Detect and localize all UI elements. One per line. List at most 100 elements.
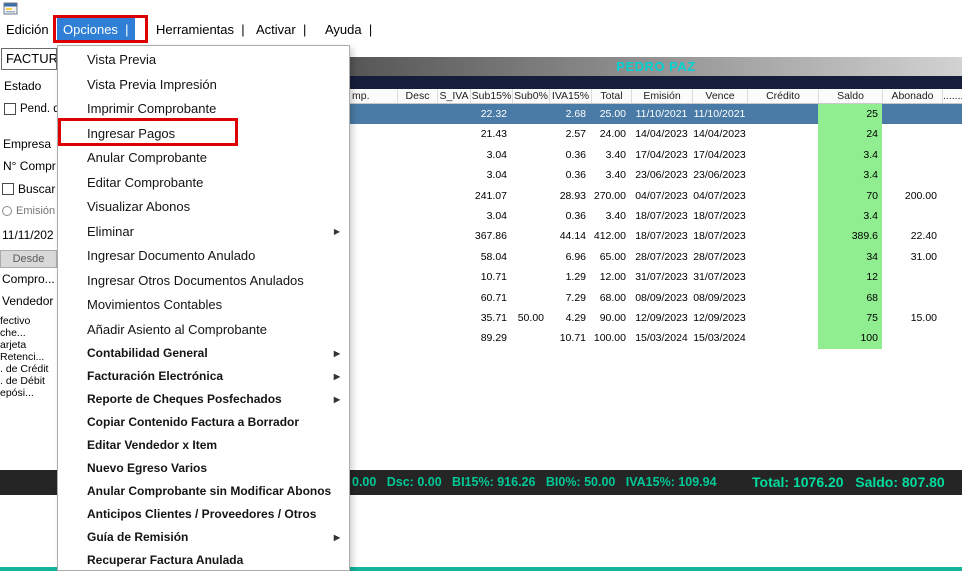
options-menu-item[interactable]: Vista Previa xyxy=(58,48,349,73)
cell-credito xyxy=(747,288,818,308)
table-row[interactable]: 58.04 6.96 65.00 28/07/2023 28/07/2023 3… xyxy=(350,247,962,267)
options-menu-item[interactable]: Anular Comprobante sin Modificar Abonos xyxy=(58,480,349,503)
cell-flag xyxy=(942,247,962,267)
cell-vence: 04/07/2023 xyxy=(692,186,747,206)
options-menu-item[interactable]: Contabilidad General ▶ xyxy=(58,342,349,365)
options-menu-item[interactable]: Movimientos Contables xyxy=(58,293,349,318)
cell-siva xyxy=(437,267,470,287)
pend-checkbox[interactable] xyxy=(4,103,16,115)
menu-opciones[interactable]: Opciones | xyxy=(57,17,135,42)
options-menu-item[interactable]: Anular Comprobante xyxy=(58,146,349,171)
col-header-iva15[interactable]: IVA15% xyxy=(549,89,591,103)
table-row[interactable]: 367.86 44.14 412.00 18/07/2023 18/07/202… xyxy=(350,226,962,246)
table-row[interactable]: 10.71 1.29 12.00 31/07/2023 31/07/2023 1… xyxy=(350,267,962,287)
cell-emision: 31/07/2023 xyxy=(631,267,692,287)
options-menu-item[interactable]: Editar Comprobante xyxy=(58,171,349,196)
cell-iva15: 7.29 xyxy=(549,288,591,308)
menu-edicion[interactable]: Edición | xyxy=(0,17,65,42)
col-header-vence[interactable]: Vence xyxy=(692,89,747,103)
payment-type-item[interactable]: arjeta xyxy=(0,339,26,351)
col-header-comp[interactable]: mp. xyxy=(350,89,397,103)
col-header-abonado[interactable]: Abonado xyxy=(882,89,942,103)
cell-saldo: 3.4 xyxy=(818,165,882,185)
cell-desc xyxy=(397,288,437,308)
payment-type-item[interactable]: che... xyxy=(0,327,26,339)
table-row[interactable]: 3.04 0.36 3.40 17/04/2023 17/04/2023 3.4 xyxy=(350,145,962,165)
cell-flag xyxy=(942,124,962,144)
cell-emision: 08/09/2023 xyxy=(631,288,692,308)
table-row[interactable]: 89.29 10.71 100.00 15/03/2024 15/03/2024… xyxy=(350,328,962,348)
totals-summary: 0.00 Dsc: 0.00 BI15%: 916.26 BI0%: 50.00… xyxy=(352,470,717,495)
payment-type-item[interactable]: fectivo xyxy=(0,315,30,327)
table-row[interactable]: 35.71 50.00 4.29 90.00 12/09/2023 12/09/… xyxy=(350,308,962,328)
cell-flag xyxy=(942,308,962,328)
table-row[interactable]: 241.07 28.93 270.00 04/07/2023 04/07/202… xyxy=(350,186,962,206)
options-menu-item[interactable]: Recuperar Factura Anulada xyxy=(58,549,349,571)
cell-vence: 11/10/2021 xyxy=(692,104,747,124)
cell-sub15: 89.29 xyxy=(470,328,512,348)
menu-ayuda[interactable]: Ayuda | xyxy=(319,17,378,42)
cell-sub15: 22.32 xyxy=(470,104,512,124)
cell-sub0 xyxy=(512,124,549,144)
col-header-sub0[interactable]: Sub0% xyxy=(512,89,549,103)
table-row[interactable]: 21.43 2.57 24.00 14/04/2023 14/04/2023 2… xyxy=(350,124,962,144)
options-menu-item[interactable]: Anticipos Clientes / Proveedores / Otros xyxy=(58,503,349,526)
options-menu-item[interactable]: Imprimir Comprobante xyxy=(58,97,349,122)
cell-flag xyxy=(942,328,962,348)
empresa-label: Empresa xyxy=(3,137,51,151)
chevron-right-icon: ▶ xyxy=(334,365,340,388)
col-header-saldo[interactable]: Saldo xyxy=(818,89,882,103)
cell-abonado xyxy=(882,206,942,226)
payment-type-item[interactable]: . de Crédit xyxy=(0,363,48,375)
filter-panel: FACTUR Estado Pend. de Empresa N° Compr … xyxy=(0,45,57,495)
doc-type-box[interactable]: FACTUR xyxy=(1,48,57,70)
options-menu-item[interactable]: Editar Vendedor x Item xyxy=(58,434,349,457)
col-header-credito[interactable]: Crédito xyxy=(747,89,818,103)
cell-emision: 04/07/2023 xyxy=(631,186,692,206)
options-menu-item[interactable]: Nuevo Egreso Varios xyxy=(58,457,349,480)
menu-activar[interactable]: Activar | xyxy=(250,17,312,42)
options-menu-item[interactable]: Facturación Electrónica ▶ xyxy=(58,365,349,388)
col-header-total[interactable]: Total xyxy=(591,89,631,103)
date-input[interactable]: 11/11/202 xyxy=(2,228,54,242)
cell-saldo: 70 xyxy=(818,186,882,206)
options-menu-item[interactable]: Eliminar ▶ xyxy=(58,220,349,245)
options-menu-item[interactable]: Ingresar Pagos xyxy=(58,122,349,147)
cell-total: 270.00 xyxy=(591,186,631,206)
cell-desc xyxy=(397,328,437,348)
emision-radio[interactable] xyxy=(2,206,12,216)
col-header-sub15[interactable]: Sub15% xyxy=(470,89,512,103)
table-row[interactable]: 22.32 2.68 25.00 11/10/2021 11/10/2021 2… xyxy=(350,104,962,124)
cell-saldo: 75 xyxy=(818,308,882,328)
cell-saldo: 3.4 xyxy=(818,206,882,226)
options-menu-item[interactable]: Copiar Contenido Factura a Borrador xyxy=(58,411,349,434)
col-header-emision[interactable]: Emisión xyxy=(631,89,692,103)
desde-button[interactable]: Desde xyxy=(0,250,57,268)
options-menu-item[interactable]: Ingresar Otros Documentos Anulados xyxy=(58,269,349,294)
buscar-checkbox[interactable] xyxy=(2,183,14,195)
table-row[interactable]: 3.04 0.36 3.40 23/06/2023 23/06/2023 3.4 xyxy=(350,165,962,185)
options-menu-item[interactable]: Vista Previa Impresión xyxy=(58,73,349,98)
cell-siva xyxy=(437,165,470,185)
payment-type-item[interactable]: epósi... xyxy=(0,387,34,399)
menu-item-label: Recuperar Factura Anulada xyxy=(87,553,243,567)
payment-type-item[interactable]: . de Débit xyxy=(0,375,45,387)
options-menu-item[interactable]: Guía de Remisión ▶ xyxy=(58,526,349,549)
menu-herramientas[interactable]: Herramientas | xyxy=(150,17,251,42)
table-row[interactable]: 3.04 0.36 3.40 18/07/2023 18/07/2023 3.4 xyxy=(350,206,962,226)
options-menu-item[interactable]: Reporte de Cheques Posfechados ▶ xyxy=(58,388,349,411)
table-row[interactable]: 60.71 7.29 68.00 08/09/2023 08/09/2023 6… xyxy=(350,288,962,308)
cell-siva xyxy=(437,206,470,226)
cell-iva15: 0.36 xyxy=(549,145,591,165)
cell-sub0 xyxy=(512,206,549,226)
col-header-desc[interactable]: Desc xyxy=(397,89,437,103)
options-menu-item[interactable]: Ingresar Documento Anulado xyxy=(58,244,349,269)
options-menu-item[interactable]: Visualizar Abonos xyxy=(58,195,349,220)
cell-total: 3.40 xyxy=(591,206,631,226)
cell-sub15: 35.71 xyxy=(470,308,512,328)
payment-type-item[interactable]: Retenci... xyxy=(0,351,44,363)
cell-emision: 15/03/2024 xyxy=(631,328,692,348)
options-menu-item[interactable]: Añadir Asiento al Comprobante xyxy=(58,318,349,343)
cell-sub0 xyxy=(512,165,549,185)
col-header-siva[interactable]: S_IVA xyxy=(437,89,470,103)
